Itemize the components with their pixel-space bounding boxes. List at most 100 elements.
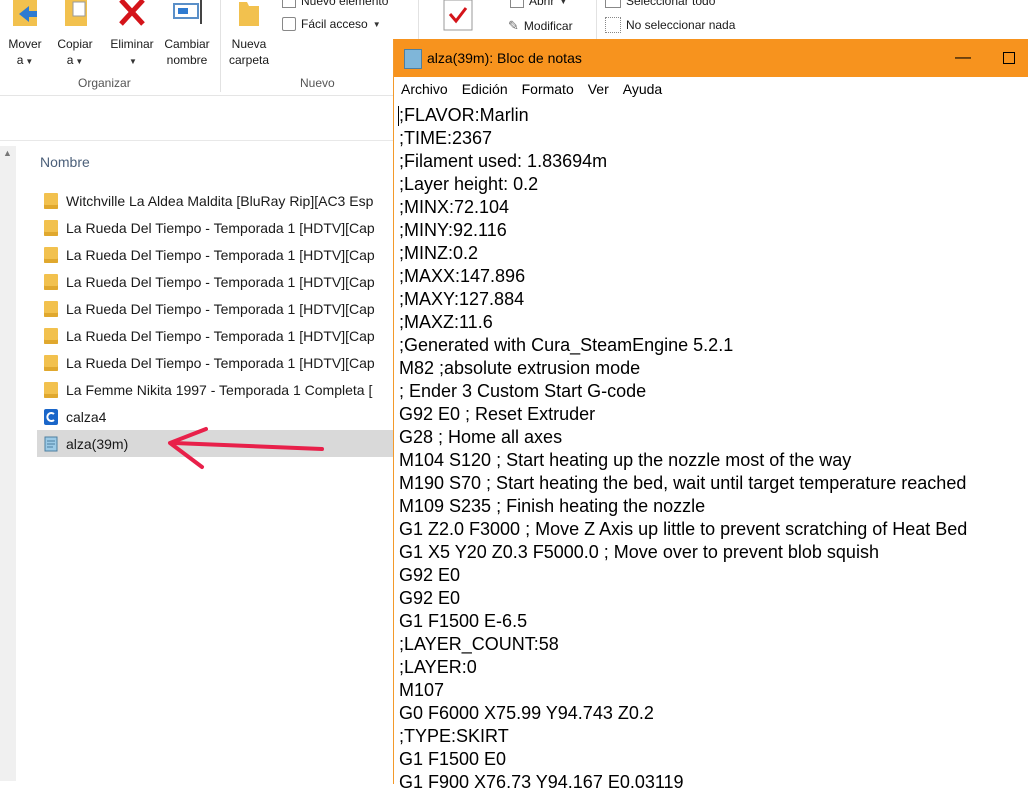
file-row[interactable]: La Rueda Del Tiempo - Temporada 1 [HDTV]… (37, 214, 397, 241)
text-line: G1 F1500 E-6.5 (399, 611, 528, 631)
notepad-app-icon (404, 49, 422, 69)
copy-to-button[interactable]: Copiar a ▼ (52, 0, 98, 70)
chevron-down-icon: ▼ (129, 57, 137, 66)
folder-icon (44, 354, 58, 371)
copy-to-sub: a (66, 53, 74, 67)
menu-formato[interactable]: Formato (515, 77, 581, 101)
folder-icon (44, 381, 58, 398)
text-line: G28 ; Home all axes (399, 427, 563, 447)
file-name: La Rueda Del Tiempo - Temporada 1 [HDTV]… (66, 246, 375, 263)
text-line: ;Layer height: 0.2 (399, 174, 539, 194)
file-name: calza4 (66, 408, 107, 425)
pencil-icon: ✎ (508, 18, 519, 33)
text-line: G92 E0 ; Reset Extruder (399, 404, 596, 424)
group-organizar-label: Organizar (78, 76, 131, 90)
properties-button[interactable] (440, 0, 476, 39)
new-item-label: Nuevo elemento (301, 0, 389, 8)
folder-icon (44, 300, 58, 317)
minimize-button[interactable]: — (940, 43, 986, 73)
file-name: Witchville La Aldea Maldita [BluRay Rip]… (66, 192, 374, 209)
chevron-down-icon: ▼ (372, 19, 381, 29)
properties-check-icon (443, 0, 473, 31)
file-row[interactable]: La Rueda Del Tiempo - Temporada 1 [HDTV]… (37, 268, 397, 295)
folder-icon (44, 273, 58, 290)
menu-archivo[interactable]: Archivo (394, 77, 455, 101)
text-line: ;MINX:72.104 (399, 197, 510, 217)
delete-button[interactable]: Eliminar ▼ (106, 0, 158, 70)
file-name: La Rueda Del Tiempo - Temporada 1 [HDTV]… (66, 327, 375, 344)
scroll-up-icon[interactable]: ▲ (3, 148, 12, 158)
folder-icon (44, 219, 58, 236)
text-line: ;FLAVOR:Marlin (399, 105, 529, 125)
text-line: ;TYPE:SKIRT (399, 726, 509, 746)
notepad-title-bar[interactable]: alza(39m): Bloc de notas — (394, 39, 1028, 77)
text-line: ;MAXY:127.884 (399, 289, 525, 309)
notepad-menu-bar: Archivo Edición Formato Ver Ayuda (394, 77, 1028, 101)
text-line: G1 X5 Y20 Z0.3 F5000.0 ; Move over to pr… (399, 542, 879, 562)
rename-button[interactable]: Cambiar nombre (160, 0, 214, 68)
menu-ayuda[interactable]: Ayuda (616, 77, 669, 101)
select-all-label: Seleccionar todo (626, 0, 716, 8)
text-line: G0 F6000 X75.99 Y94.743 Z0.2 (399, 703, 654, 723)
file-row[interactable]: La Rueda Del Tiempo - Temporada 1 [HDTV]… (37, 322, 397, 349)
notepad-file-icon (44, 436, 58, 451)
notepad-window[interactable]: alza(39m): Bloc de notas — Archivo Edici… (393, 39, 1028, 792)
open-button[interactable]: Abrir ▼ (510, 0, 567, 8)
group-nuevo-label: Nuevo (300, 76, 335, 90)
vertical-scrollbar[interactable]: ▲ (0, 146, 16, 781)
modify-label: Modificar (523, 19, 573, 33)
menu-ver[interactable]: Ver (581, 77, 616, 101)
maximize-icon (1003, 52, 1015, 64)
select-none-label: No seleccionar nada (626, 18, 736, 32)
select-none-button[interactable]: No seleccionar nada (605, 17, 735, 33)
text-line: ;LAYER_COUNT:58 (399, 634, 559, 654)
new-folder-label-2: carpeta (228, 53, 270, 67)
text-line: M104 S120 ; Start heating up the nozzle … (399, 450, 852, 470)
address-bar-divider (0, 140, 395, 141)
file-name: La Femme Nikita 1997 - Temporada 1 Compl… (66, 381, 373, 398)
easy-access-button[interactable]: Fácil acceso ▼ (282, 17, 381, 31)
move-to-icon (13, 0, 37, 26)
delete-x-icon (119, 0, 145, 26)
text-line: G1 F1500 E0 (399, 749, 507, 769)
file-row[interactable]: La Femme Nikita 1997 - Temporada 1 Compl… (37, 376, 397, 403)
new-folder-icon (239, 2, 259, 26)
file-name: La Rueda Del Tiempo - Temporada 1 [HDTV]… (66, 300, 375, 317)
text-line: M82 ;absolute extrusion mode (399, 358, 641, 378)
rename-label-2: nombre (166, 53, 208, 67)
folder-icon (44, 327, 58, 344)
text-line: ;MINY:92.116 (399, 220, 507, 240)
file-row[interactable]: La Rueda Del Tiempo - Temporada 1 [HDTV]… (37, 349, 397, 376)
file-name: alza(39m) (66, 435, 129, 452)
text-line: ;LAYER:0 (399, 657, 477, 677)
text-line: G92 E0 (399, 588, 461, 608)
file-row[interactable]: La Rueda Del Tiempo - Temporada 1 [HDTV]… (37, 295, 397, 322)
file-row[interactable]: La Rueda Del Tiempo - Temporada 1 [HDTV]… (37, 241, 397, 268)
new-folder-button[interactable]: Nueva carpeta (226, 0, 272, 68)
select-all-button[interactable]: Seleccionar todo (605, 0, 715, 8)
file-name: La Rueda Del Tiempo - Temporada 1 [HDTV]… (66, 273, 375, 290)
text-line: M109 S235 ; Finish heating the nozzle (399, 496, 706, 516)
notepad-text-area[interactable]: ;FLAVOR:Marlin ;TIME:2367 ;Filament used: … (399, 104, 1028, 794)
text-line: M190 S70 ; Start heating the bed, wait u… (399, 473, 967, 493)
select-all-icon (605, 0, 621, 8)
menu-edicion[interactable]: Edición (455, 77, 515, 101)
column-header-name[interactable]: Nombre (40, 154, 90, 170)
new-item-button[interactable]: Nuevo elemento (282, 0, 388, 8)
ribbon-divider (220, 0, 221, 92)
copy-to-label: Copiar (57, 37, 93, 51)
text-line: ;MINZ:0.2 (399, 243, 479, 263)
modify-button[interactable]: ✎ Modificar (508, 18, 573, 34)
file-row[interactable]: Witchville La Aldea Maldita [BluRay Rip]… (37, 187, 397, 214)
move-to-button[interactable]: Mover a ▼ (4, 0, 46, 70)
move-to-sub: a (16, 53, 24, 67)
file-name: La Rueda Del Tiempo - Temporada 1 [HDTV]… (66, 354, 375, 371)
easy-access-icon (282, 17, 296, 31)
text-line: ;Filament used: 1.83694m (399, 151, 608, 171)
select-none-icon (605, 17, 621, 33)
text-line: ;MAXX:147.896 (399, 266, 526, 286)
rename-icon (173, 0, 202, 24)
maximize-button[interactable] (986, 43, 1028, 73)
chevron-down-icon: ▼ (559, 0, 568, 6)
file-name: La Rueda Del Tiempo - Temporada 1 [HDTV]… (66, 219, 375, 236)
